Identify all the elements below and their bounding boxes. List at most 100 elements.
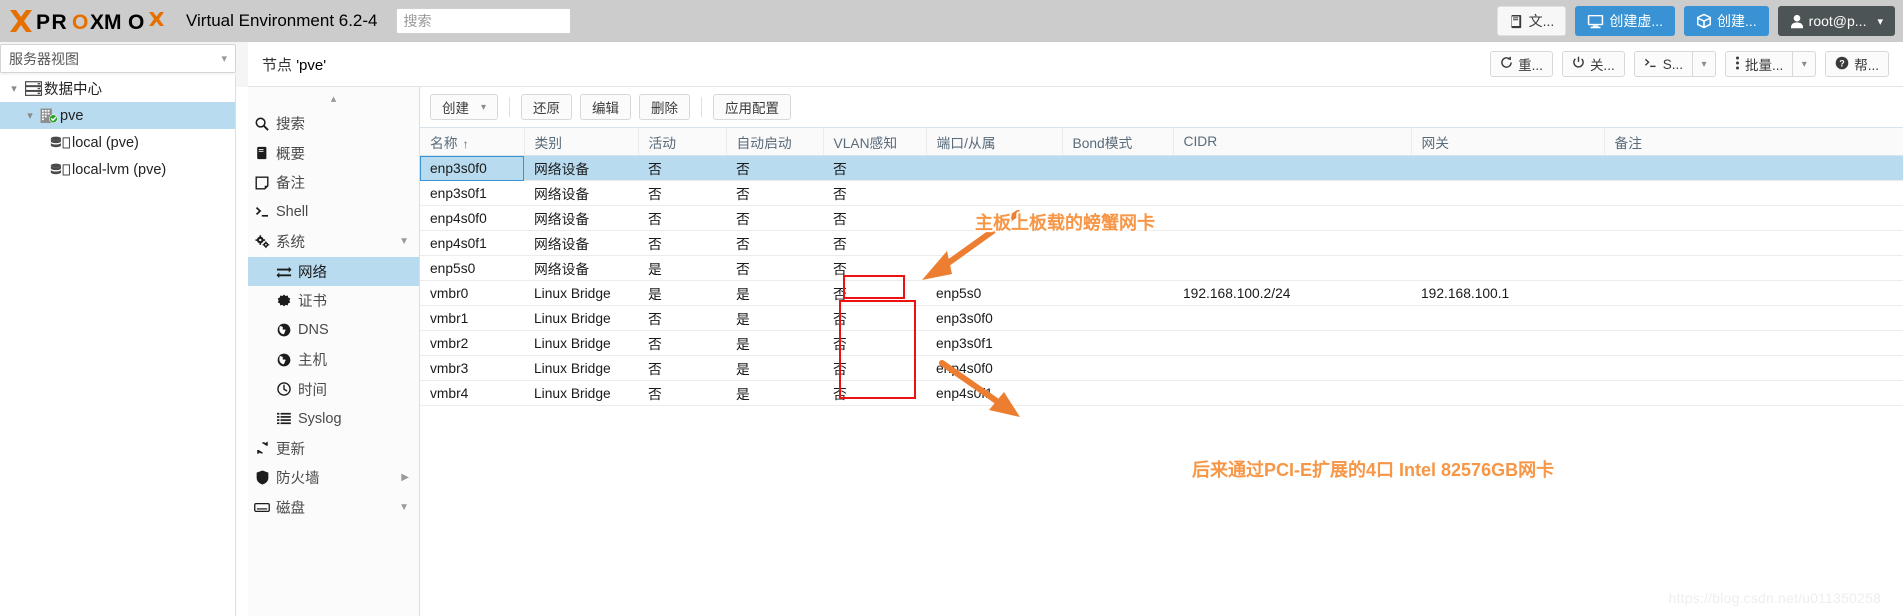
shell-dropdown-arrow[interactable]: ▾ xyxy=(1691,51,1716,77)
table-cell: 否 xyxy=(638,205,726,231)
nav-item-network[interactable]: 网络 xyxy=(248,256,419,286)
table-row[interactable]: vmbr0 Linux Bridge 是是否 enp5s0 192.168.100.2/… xyxy=(420,280,1903,306)
apply-configuration-button[interactable]: 应用配置 xyxy=(713,94,792,120)
search-input[interactable]: 搜索 xyxy=(395,8,571,34)
table-cell xyxy=(1411,230,1604,256)
table-cell xyxy=(1062,230,1173,256)
table-cell xyxy=(1411,355,1604,381)
network-table: 名称 ↑ 类别 活动 自动启动 VLAN感知 端口/从属 Bond模式 CIDR 网关 备注 enp… xyxy=(420,127,1903,406)
table-cell xyxy=(1173,355,1411,381)
chevron-down-icon[interactable]: ▾ xyxy=(6,82,22,95)
network-panel: 创建 ▾ 还原 编辑 删除 应用配置 名称 ↑ 类别 活动 自动启动 VLAN感知 端口/从… xyxy=(420,87,1903,616)
table-row[interactable]: enp4s0f0 网络设备否否否 xyxy=(420,205,1903,231)
column-header-2[interactable]: 活动 xyxy=(638,127,727,156)
tree-item-local-lvm[interactable]: local-lvm (pve) xyxy=(0,156,235,183)
search-placeholder: 搜索 xyxy=(403,13,432,29)
edit-button[interactable]: 编辑 xyxy=(580,94,632,120)
nav-item-shell[interactable]: Shell xyxy=(248,198,419,228)
column-header-7[interactable]: CIDR xyxy=(1173,127,1412,156)
column-header-label: Bond模式 xyxy=(1072,135,1133,151)
restart-button[interactable]: 重... xyxy=(1490,51,1553,77)
tree-item-datacenter[interactable]: ▾ 数据中心 xyxy=(0,75,235,102)
nav-item-summary[interactable]: 概要 xyxy=(248,139,419,169)
documentation-button[interactable]: 文... xyxy=(1496,6,1567,36)
nav-item-label: 磁盘 xyxy=(276,500,305,517)
column-header-3[interactable]: 自动启动 xyxy=(726,127,824,156)
column-header-5[interactable]: 端口/从属 xyxy=(926,127,1063,156)
shell-icon xyxy=(1644,57,1658,72)
table-row[interactable]: vmbr2 Linux Bridge 否是否 enp3s0f1 xyxy=(420,330,1903,356)
nav-item-certificates[interactable]: 证书 xyxy=(248,286,419,316)
table-header-row: 名称 ↑ 类别 活动 自动启动 VLAN感知 端口/从属 Bond模式 CIDR 网关 备注 xyxy=(420,127,1903,156)
table-row[interactable]: enp5s0 网络设备是否否 xyxy=(420,255,1903,281)
table-cell xyxy=(1173,380,1411,406)
revert-button[interactable]: 还原 xyxy=(521,94,573,120)
server-view-selector[interactable]: 服务器视图 ▾ xyxy=(0,44,236,73)
column-header-8[interactable]: 网关 xyxy=(1411,127,1605,156)
create-button[interactable]: 创建 ▾ xyxy=(430,94,499,120)
kebab-icon xyxy=(1735,56,1740,73)
table-row[interactable]: vmbr4 Linux Bridge 否是否 enp4s0f1 xyxy=(420,380,1903,406)
create-ct-button[interactable]: 创建... xyxy=(1684,6,1769,36)
column-header-label: CIDR xyxy=(1183,134,1218,149)
shutdown-button[interactable]: 关... xyxy=(1561,51,1625,77)
tree-item-local[interactable]: local (pve) xyxy=(0,129,235,156)
nav-item-hosts[interactable]: 主机 xyxy=(248,345,419,375)
table-cell xyxy=(1062,380,1173,406)
help-button[interactable]: ? 帮... xyxy=(1825,51,1889,77)
table-cell xyxy=(1062,280,1173,306)
table-cell: 是 xyxy=(638,255,726,281)
table-cell: enp4s0f1 xyxy=(926,380,1062,406)
shell-split-button[interactable]: S... ▾ xyxy=(1633,51,1716,77)
proxmox-web-ui: PR O XM O Virtual Environment 6.2-4 搜索 文… xyxy=(0,0,1903,616)
nav-item-label: Syslog xyxy=(298,410,342,427)
chevron-down-icon[interactable]: ▾ xyxy=(22,109,38,122)
create-vm-button[interactable]: 创建虚... xyxy=(1575,6,1675,36)
proxmox-logo[interactable]: PR O XM O xyxy=(6,8,174,34)
table-row[interactable]: enp3s0f0 网络设备否否否 xyxy=(420,155,1903,181)
chevron-down-icon[interactable]: ▼ xyxy=(399,236,409,247)
table-row[interactable]: enp3s0f1 网络设备否否否 xyxy=(420,180,1903,206)
nav-item-firewall[interactable]: 防火墙 ▶ xyxy=(248,463,419,493)
chevron-down-icon[interactable]: ▼ xyxy=(399,502,409,513)
table-cell: enp3s0f0 xyxy=(420,155,524,181)
user-menu-button[interactable]: root@p... ▾ xyxy=(1777,6,1895,36)
nav-item-updates[interactable]: 更新 xyxy=(248,434,419,464)
table-cell: 网络设备 xyxy=(524,155,638,181)
book-icon xyxy=(1509,14,1524,29)
nav-item-search[interactable]: 搜索 xyxy=(248,109,419,139)
nav-item-notes[interactable]: 备注 xyxy=(248,168,419,198)
table-row[interactable]: vmbr3 Linux Bridge 否是否 enp4s0f0 xyxy=(420,355,1903,381)
bulk-actions-button[interactable]: 批量... xyxy=(1724,51,1793,77)
bulk-actions-dropdown-arrow[interactable]: ▾ xyxy=(1792,51,1817,77)
chevron-down-icon[interactable]: ▾ xyxy=(481,102,486,113)
user-label: root@p... xyxy=(1808,13,1867,29)
create-ct-label: 创建... xyxy=(1717,13,1757,29)
column-header-0[interactable]: 名称 ↑ xyxy=(420,127,525,156)
nav-item-disks[interactable]: 磁盘 ▼ xyxy=(248,493,419,523)
nav-item-syslog[interactable]: Syslog xyxy=(248,404,419,434)
nav-collapse-toggle[interactable]: ▴ xyxy=(248,87,419,109)
chevron-right-icon[interactable]: ▶ xyxy=(401,472,409,483)
nav-item-system[interactable]: 系统 ▼ xyxy=(248,227,419,257)
table-cell: Linux Bridge xyxy=(524,355,638,381)
nav-item-time[interactable]: 时间 xyxy=(248,375,419,405)
bulk-actions-split-button[interactable]: 批量... ▾ xyxy=(1724,51,1817,77)
column-header-6[interactable]: Bond模式 xyxy=(1062,127,1174,156)
column-header-label: 类别 xyxy=(534,135,563,151)
shell-button[interactable]: S... xyxy=(1633,51,1692,77)
table-row[interactable]: enp4s0f1 网络设备否否否 xyxy=(420,230,1903,256)
nav-item-label: 备注 xyxy=(276,176,305,193)
column-header-1[interactable]: 类别 xyxy=(524,127,639,156)
table-cell xyxy=(926,205,1062,231)
nav-item-label: Shell xyxy=(276,204,309,221)
table-row[interactable]: vmbr1 Linux Bridge 否是否 enp3s0f0 xyxy=(420,305,1903,331)
column-header-4[interactable]: VLAN感知 xyxy=(823,127,927,156)
tree-item-pve[interactable]: ▾ pve xyxy=(0,102,235,129)
nav-item-dns[interactable]: DNS xyxy=(248,316,419,346)
remove-button[interactable]: 删除 xyxy=(639,94,691,120)
tree-item-label: local (pve) xyxy=(72,134,139,151)
svg-text:O: O xyxy=(128,11,144,34)
nav-item-label: 证书 xyxy=(298,294,327,311)
column-header-9[interactable]: 备注 xyxy=(1604,127,1903,156)
